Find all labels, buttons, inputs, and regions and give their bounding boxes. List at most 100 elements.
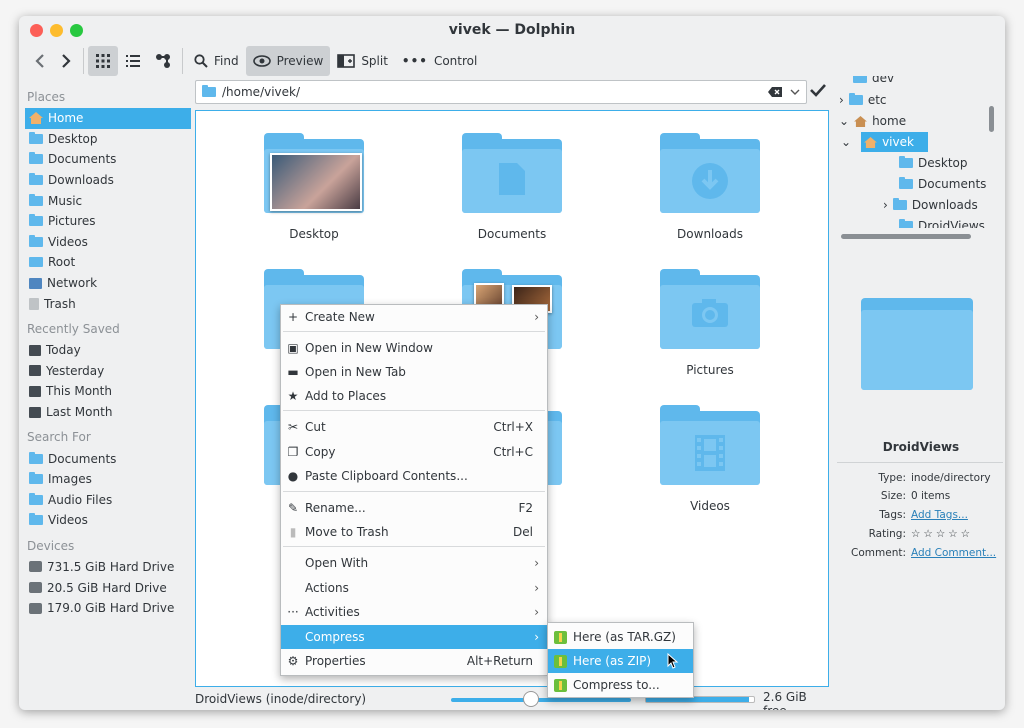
folder-item-pictures[interactable]: Pictures [630, 269, 790, 377]
folder-item-documents[interactable]: Documents [432, 133, 592, 241]
maximize-window-button[interactable] [70, 24, 83, 37]
menu-cut[interactable]: ✂ Cut Ctrl+X [281, 415, 547, 439]
control-button[interactable]: ••• Control [395, 46, 484, 76]
find-button[interactable]: Find [187, 46, 246, 76]
menu-actions[interactable]: Actions › [281, 576, 547, 600]
preview-button[interactable]: Preview [245, 46, 331, 76]
document-icon [499, 163, 525, 195]
dolphin-window: vivek — Dolphin Find Preview Split ••• C… [19, 16, 1005, 710]
menu-open-with[interactable]: Open With › [281, 551, 547, 575]
menu-activities[interactable]: ··· Activities › [281, 600, 547, 624]
clear-icon[interactable] [768, 87, 782, 97]
recent-item-yesterday[interactable]: Yesterday [25, 361, 191, 382]
menu-label: Add to Places [305, 389, 387, 403]
tree-item-droidviews[interactable]: DroidViews [899, 216, 985, 228]
folder-icon [29, 173, 43, 186]
menu-move-to-trash[interactable]: ▮ Move to Trash Del [281, 520, 547, 544]
places-item-downloads[interactable]: Downloads [25, 170, 191, 191]
menu-separator [283, 491, 545, 492]
menu-open-new-window[interactable]: ▣ Open in New Window [281, 336, 547, 360]
gear-icon: ⚙ [287, 654, 299, 668]
places-item-home[interactable]: Home [25, 108, 191, 129]
menu-create-new[interactable]: + Create New › [281, 305, 547, 329]
recent-item-today[interactable]: Today [25, 340, 191, 361]
info-size-row: Size: 0 items [837, 488, 1005, 504]
search-item-audio[interactable]: Audio Files [25, 490, 191, 511]
places-item-pictures[interactable]: Pictures [25, 211, 191, 232]
zoom-slider[interactable] [451, 698, 631, 702]
submenu-label: Here (as ZIP) [573, 654, 652, 668]
archive-icon [554, 654, 567, 668]
icons-view-button[interactable] [88, 46, 118, 76]
tree-item-etc[interactable]: › etc [839, 90, 887, 110]
info-key: Size: [880, 490, 906, 502]
minimize-window-button[interactable] [50, 24, 63, 37]
compress-here-zip[interactable]: Here (as ZIP) [548, 649, 693, 673]
chevron-right-icon[interactable]: › [839, 93, 844, 107]
menu-add-to-places[interactable]: ★ Add to Places [281, 384, 547, 408]
chevron-right-icon[interactable]: › [883, 198, 888, 212]
chevron-right-icon: › [534, 556, 539, 570]
add-comment-link[interactable]: Add Comment... [911, 547, 1005, 559]
menu-paste[interactable]: ● Paste Clipboard Contents... [281, 464, 547, 488]
recent-item-last-month[interactable]: Last Month [25, 402, 191, 423]
tree-vertical-scrollbar[interactable] [989, 106, 994, 132]
menu-open-new-tab[interactable]: ▬ Open in New Tab [281, 360, 547, 384]
chevron-down-icon[interactable] [790, 88, 800, 96]
places-item-desktop[interactable]: Desktop [25, 129, 191, 150]
split-button[interactable]: Split [330, 46, 395, 76]
camera-icon [692, 299, 728, 327]
device-item[interactable]: 731.5 GiB Hard Drive [25, 557, 191, 578]
device-item[interactable]: 20.5 GiB Hard Drive [25, 577, 191, 598]
places-item-trash[interactable]: Trash [25, 293, 191, 314]
folder-item-desktop[interactable]: Desktop [234, 133, 394, 241]
confirm-location-button[interactable] [809, 82, 829, 102]
menu-rename[interactable]: ✎ Rename... F2 [281, 496, 547, 520]
back-button[interactable] [27, 46, 53, 76]
recent-item-this-month[interactable]: This Month [25, 381, 191, 402]
chevron-right-icon [62, 54, 71, 68]
folder-icon [29, 451, 43, 464]
folder-item-downloads[interactable]: Downloads [630, 133, 790, 241]
tree-item-dev[interactable]: dev [853, 76, 894, 88]
compact-view-button[interactable] [118, 46, 148, 76]
menu-compress[interactable]: Compress › [281, 625, 547, 649]
tree-item-downloads[interactable]: › Downloads [883, 195, 978, 215]
folder-item-videos[interactable]: Videos [630, 405, 790, 513]
menu-separator [283, 331, 545, 332]
zoom-slider-handle[interactable] [523, 691, 539, 707]
tree-item-home[interactable]: ⌄ home [839, 111, 906, 131]
compress-to[interactable]: Compress to... [548, 673, 693, 697]
tree-item-desktop[interactable]: Desktop [899, 153, 968, 173]
places-item-videos[interactable]: Videos [25, 232, 191, 253]
details-view-button[interactable] [148, 46, 178, 76]
close-window-button[interactable] [30, 24, 43, 37]
tree-horizontal-scrollbar[interactable] [841, 234, 971, 239]
menu-shortcut: Ctrl+X [493, 420, 533, 434]
tree-item-vivek[interactable]: ⌄ vivek [841, 132, 928, 152]
chevron-down-icon[interactable]: ⌄ [839, 114, 849, 128]
places-item-network[interactable]: Network [25, 273, 191, 294]
search-item-images[interactable]: Images [25, 469, 191, 490]
chevron-down-icon[interactable]: ⌄ [841, 135, 851, 149]
menu-copy[interactable]: ❐ Copy Ctrl+C [281, 440, 547, 464]
location-path: /home/vivek/ [222, 85, 301, 99]
tree-item-documents[interactable]: Documents [899, 174, 986, 194]
tree-item-label: vivek [882, 135, 914, 149]
places-item-music[interactable]: Music [25, 190, 191, 211]
places-item-label: Videos [48, 234, 88, 249]
places-item-root[interactable]: Root [25, 252, 191, 273]
location-bar[interactable]: /home/vivek/ [195, 80, 807, 104]
search-item-label: Images [48, 472, 92, 487]
tree-item-label: Downloads [911, 198, 978, 212]
places-item-documents[interactable]: Documents [25, 149, 191, 170]
menu-properties[interactable]: ⚙ Properties Alt+Return [281, 649, 547, 673]
add-tags-link[interactable]: Add Tags... [911, 509, 1005, 521]
compress-here-targz[interactable]: Here (as TAR.GZ) [548, 625, 693, 649]
devices-section-title: Devices [27, 538, 75, 553]
device-item[interactable]: 179.0 GiB Hard Drive [25, 598, 191, 619]
rating-stars[interactable]: ☆☆☆☆☆ [911, 528, 1005, 540]
forward-button[interactable] [53, 46, 79, 76]
search-item-videos[interactable]: Videos [25, 510, 191, 531]
search-item-documents[interactable]: Documents [25, 448, 191, 469]
